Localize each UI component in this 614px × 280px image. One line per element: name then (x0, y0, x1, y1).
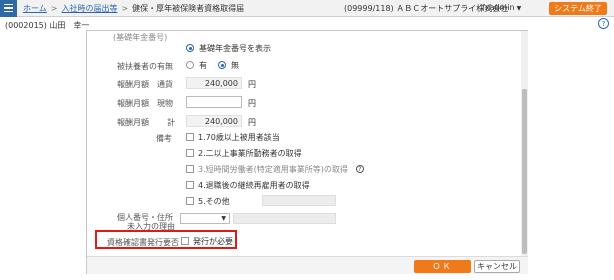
mynumber-reason-select[interactable]: ▼ (180, 213, 230, 224)
remark-option-1[interactable]: 1.70歳以上被用者該当 (186, 131, 280, 143)
remuneration-inkind-label: 報酬月額 (117, 99, 149, 108)
dropdown-arrow-icon: ▼ (221, 215, 226, 222)
pension-display-radio[interactable] (186, 44, 194, 52)
remuneration-inkind-input[interactable] (186, 96, 242, 108)
breadcrumb-home[interactable]: ホーム (23, 3, 47, 14)
remark-other-input[interactable] (262, 195, 336, 206)
dependents-no-label: 無 (231, 60, 239, 70)
remark-label-1: 1.70歳以上被用者該当 (198, 132, 280, 142)
remark-checkbox-3[interactable] (186, 165, 194, 173)
remark-option-4[interactable]: 4.退職後の継続再雇用者の取得 (186, 179, 310, 191)
dialog-scroll-area: (基礎年金番号) 基礎年金番号を表示 被扶養者の有無 有 無 報酬月額 通貨 2… (87, 31, 520, 256)
remark-option-2[interactable]: 2.二以上事業所勤務者の取得 (186, 147, 302, 159)
dependents-no-radio[interactable] (218, 61, 226, 69)
remarks-label: 備考 (156, 134, 172, 143)
scrollbar-thumb[interactable] (522, 89, 527, 254)
remark-option-3[interactable]: 3.短時間労働者(特定適用事業所等)の取得 ? (186, 163, 364, 175)
employee-label: (0002015) 山田 幸一 (5, 21, 90, 30)
dependents-yes[interactable]: 有 (186, 59, 207, 71)
remuneration-inkind-sub: 現物 (157, 99, 173, 108)
dialog-footer: ＯＫ キャンセル (87, 256, 528, 274)
remark-label-2: 2.二以上事業所勤務者の取得 (198, 148, 302, 158)
remark-checkbox-4[interactable] (186, 181, 194, 189)
remuneration-total-label: 報酬月額 (117, 118, 149, 127)
breadcrumb-current: 健保・厚年被保険者資格取得届 (132, 3, 245, 13)
remark-label-5: 5.その他 (198, 196, 230, 206)
pension-number-header: (基礎年金番号) (113, 33, 168, 42)
remark-label-3: 3.短時間労働者(特定適用事業所等)の取得 (198, 164, 348, 174)
remark-label-4: 4.退職後の継続再雇用者の取得 (198, 180, 310, 190)
breadcrumb-onboarding[interactable]: 入社時の届出等 (61, 3, 117, 14)
remark-checkbox-5[interactable] (186, 197, 194, 205)
top-bar: ホーム > 入社時の届出等 > 健保・厚年被保険者資格取得届 (09999/11… (0, 0, 614, 17)
dependents-label: 被扶養者の有無 (117, 62, 173, 71)
pension-display-option[interactable]: 基礎年金番号を表示 (186, 42, 271, 54)
remuneration-currency-label: 報酬月額 (117, 80, 149, 89)
remuneration-inkind-unit: 円 (248, 99, 256, 108)
remuneration-total-value: 240,000 (186, 115, 242, 127)
breadcrumb: ホーム > 入社時の届出等 > 健保・厚年被保険者資格取得届 (23, 3, 244, 14)
remuneration-currency-unit: 円 (248, 80, 256, 89)
dependents-no[interactable]: 無 (218, 59, 239, 71)
remark-checkbox-2[interactable] (186, 149, 194, 157)
hamburger-menu-icon[interactable] (0, 0, 17, 17)
question-icon[interactable]: ? (355, 165, 364, 173)
dependents-yes-label: 有 (199, 60, 207, 70)
remuneration-currency-value: 240,000 (186, 77, 242, 89)
pension-display-label: 基礎年金番号を表示 (199, 43, 271, 53)
system-exit-button[interactable]: システム終了 (549, 2, 607, 15)
dialog-scrollbar[interactable] (521, 31, 528, 256)
cancel-button[interactable]: キャンセル (474, 260, 520, 273)
remuneration-total-sub: 計 (167, 118, 175, 127)
dependents-yes-radio[interactable] (186, 61, 194, 69)
highlight-frame (95, 230, 237, 249)
help-icon[interactable]: ? (598, 18, 609, 29)
user-menu[interactable]: fxadmin ▼ (482, 3, 521, 12)
user-name: fxadmin (482, 3, 515, 12)
remark-option-5[interactable]: 5.その他 (186, 195, 230, 207)
remuneration-total-unit: 円 (248, 118, 256, 127)
ok-button[interactable]: ＯＫ (414, 260, 471, 273)
breadcrumb-separator: > (50, 3, 58, 13)
breadcrumb-separator: > (121, 3, 129, 13)
remuneration-currency-sub: 通貨 (157, 80, 173, 89)
remark-checkbox-1[interactable] (186, 133, 194, 141)
chevron-down-icon: ▼ (516, 5, 522, 12)
mynumber-reason-text[interactable] (233, 213, 336, 224)
